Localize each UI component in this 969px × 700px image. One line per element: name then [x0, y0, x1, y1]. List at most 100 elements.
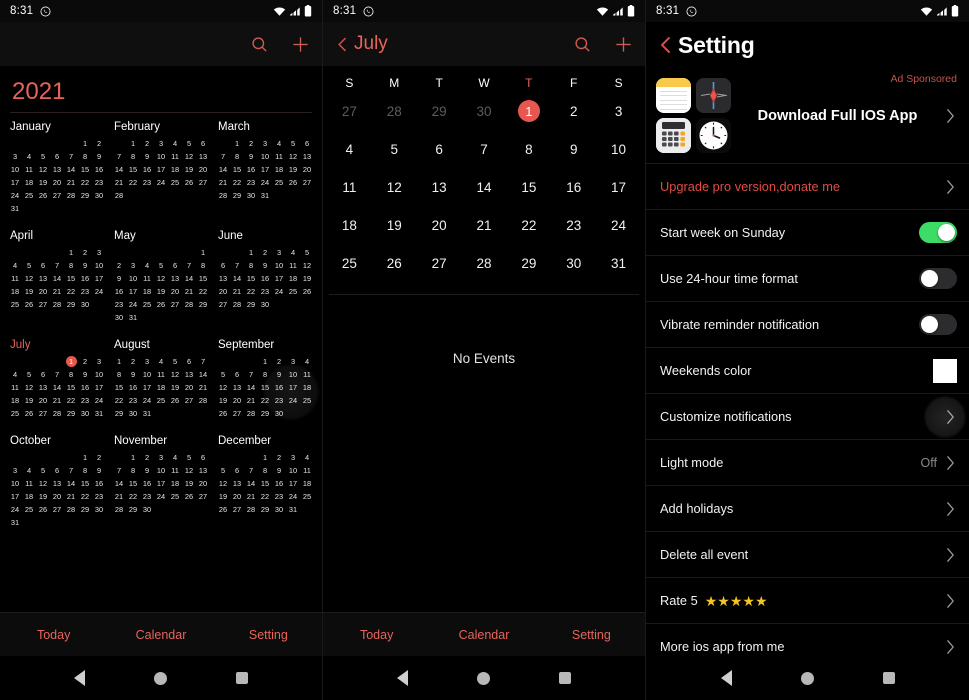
mini-day[interactable]: 30 — [258, 299, 272, 310]
mini-day[interactable]: 9 — [92, 465, 106, 476]
mini-day[interactable]: 4 — [272, 138, 286, 149]
mini-day[interactable]: 18 — [8, 395, 22, 406]
ad-banner[interactable]: Ad Sponsored Download Full IOS App — [646, 68, 969, 163]
day-cell[interactable]: 26 — [372, 244, 417, 282]
mini-day[interactable]: 20 — [196, 164, 210, 175]
mini-day[interactable]: 15 — [64, 273, 78, 284]
mini-day[interactable]: 11 — [168, 151, 182, 162]
mini-day[interactable]: 4 — [168, 138, 182, 149]
mini-day[interactable]: 13 — [216, 273, 230, 284]
mini-day[interactable]: 2 — [92, 138, 106, 149]
mini-day[interactable]: 21 — [196, 382, 210, 393]
mini-day[interactable]: 23 — [78, 395, 92, 406]
settings-row-start-week-on-sunday[interactable]: Start week on Sunday — [646, 209, 969, 255]
mini-day[interactable]: 5 — [182, 452, 196, 463]
mini-day[interactable]: 9 — [140, 465, 154, 476]
mini-day[interactable]: 16 — [272, 382, 286, 393]
day-cell[interactable]: 13 — [417, 168, 462, 206]
mini-day[interactable]: 19 — [286, 164, 300, 175]
month-days-grid[interactable]: 27 28 29 30 1 2 3 4 5 6 7 8 9 10 11 12 13 14 15 16 17 18 19 20 2… — [323, 92, 645, 282]
mini-day[interactable]: 2 — [78, 356, 92, 367]
mini-day[interactable]: 5 — [154, 260, 168, 271]
day-cell[interactable]: 20 — [417, 206, 462, 244]
mini-day[interactable]: 3 — [92, 247, 106, 258]
mini-day[interactable]: 24 — [154, 491, 168, 502]
mini-day[interactable]: 29 — [112, 408, 126, 419]
mini-day[interactable]: 9 — [92, 151, 106, 162]
mini-day[interactable]: 25 — [22, 190, 36, 201]
mini-day[interactable]: 24 — [8, 504, 22, 515]
mini-day[interactable]: 8 — [64, 369, 78, 380]
mini-day[interactable]: 17 — [272, 273, 286, 284]
mini-day[interactable]: 23 — [92, 491, 106, 502]
mini-day[interactable]: 3 — [8, 151, 22, 162]
mini-day[interactable]: 11 — [286, 260, 300, 271]
day-cell-prev-month[interactable]: 30 — [462, 92, 507, 130]
mini-day[interactable]: 14 — [244, 382, 258, 393]
mini-day[interactable]: 10 — [258, 151, 272, 162]
mini-month-august[interactable]: August 1 2 3 4 5 6 7 8 9 10 11 12 13 14 15 16 17 18 19 20 21 2… — [112, 339, 210, 419]
mini-day[interactable]: 21 — [244, 395, 258, 406]
mini-day[interactable]: 29 — [258, 504, 272, 515]
mini-day[interactable]: 1 — [258, 356, 272, 367]
mini-day[interactable]: 28 — [230, 299, 244, 310]
mini-day[interactable]: 20 — [36, 395, 50, 406]
mini-day[interactable]: 19 — [182, 478, 196, 489]
settings-row-add-holidays[interactable]: Add holidays — [646, 485, 969, 531]
mini-day[interactable]: 6 — [196, 452, 210, 463]
day-cell[interactable]: 17 — [596, 168, 641, 206]
mini-day[interactable]: 10 — [286, 369, 300, 380]
mini-day[interactable]: 10 — [92, 260, 106, 271]
plus-icon[interactable] — [291, 35, 310, 54]
mini-day[interactable]: 1 — [112, 356, 126, 367]
mini-day[interactable]: 17 — [92, 382, 106, 393]
mini-day[interactable]: 8 — [258, 465, 272, 476]
mini-day[interactable]: 24 — [92, 286, 106, 297]
mini-day[interactable]: 1 — [126, 138, 140, 149]
day-cell[interactable]: 18 — [327, 206, 372, 244]
mini-day[interactable]: 5 — [22, 369, 36, 380]
mini-day[interactable]: 7 — [50, 369, 64, 380]
mini-day[interactable]: 13 — [300, 151, 314, 162]
mini-day[interactable]: 10 — [286, 465, 300, 476]
mini-day[interactable]: 23 — [78, 286, 92, 297]
mini-day[interactable]: 13 — [36, 382, 50, 393]
mini-day[interactable]: 30 — [112, 312, 126, 323]
mini-day[interactable]: 12 — [286, 151, 300, 162]
mini-day[interactable]: 26 — [36, 504, 50, 515]
mini-day[interactable]: 7 — [244, 369, 258, 380]
mini-day[interactable]: 31 — [286, 504, 300, 515]
mini-month-february[interactable]: February01234567891011121314151617181920… — [112, 121, 210, 214]
mini-day[interactable]: 11 — [8, 273, 22, 284]
mini-month-october[interactable]: October000001234567891011121314151617181… — [8, 435, 106, 528]
mini-day[interactable]: 14 — [112, 478, 126, 489]
mini-day[interactable]: 24 — [286, 395, 300, 406]
year-scroll-area[interactable]: 2021 January0000012345678910111213141516… — [0, 66, 322, 612]
mini-day[interactable]: 9 — [140, 151, 154, 162]
mini-day[interactable]: 30 — [78, 408, 92, 419]
mini-day[interactable]: 22 — [258, 395, 272, 406]
mini-day[interactable]: 4 — [140, 260, 154, 271]
mini-day[interactable]: 14 — [216, 164, 230, 175]
mini-day[interactable]: 2 — [78, 247, 92, 258]
mini-day[interactable]: 13 — [168, 273, 182, 284]
mini-day[interactable]: 1 — [244, 247, 258, 258]
search-icon[interactable] — [573, 35, 592, 54]
mini-day[interactable]: 18 — [22, 491, 36, 502]
mini-day[interactable]: 25 — [300, 491, 314, 502]
mini-day[interactable]: 3 — [8, 465, 22, 476]
mini-day[interactable]: 12 — [182, 151, 196, 162]
day-cell[interactable]: 24 — [596, 206, 641, 244]
mini-day[interactable]: 27 — [196, 491, 210, 502]
mini-day[interactable]: 17 — [8, 177, 22, 188]
mini-day[interactable]: 13 — [230, 478, 244, 489]
mini-month-november[interactable]: November01234567891011121314151617181920… — [112, 435, 210, 528]
mini-day[interactable]: 20 — [230, 395, 244, 406]
mini-day[interactable]: 25 — [22, 504, 36, 515]
mini-day[interactable]: 29 — [64, 408, 78, 419]
mini-day[interactable]: 15 — [78, 478, 92, 489]
mini-day[interactable]: 27 — [50, 190, 64, 201]
mini-day[interactable]: 16 — [258, 273, 272, 284]
mini-day[interactable]: 19 — [22, 395, 36, 406]
mini-day[interactable]: 1 — [258, 452, 272, 463]
